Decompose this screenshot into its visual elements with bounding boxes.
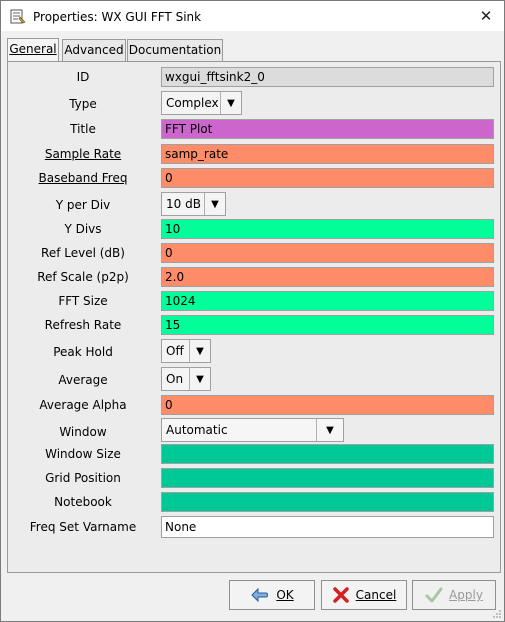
sample-rate-label: Sample Rate xyxy=(44,147,122,161)
apply-button-label: Apply xyxy=(449,588,483,602)
refresh-rate-field[interactable]: 15 xyxy=(161,315,494,335)
average-alpha-field[interactable]: 0 xyxy=(161,395,494,415)
average-alpha-label: Average Alpha xyxy=(39,398,127,412)
window-title: Properties: WX GUI FFT Sink xyxy=(33,10,202,24)
ref-scale-field[interactable]: 2.0 xyxy=(161,267,494,287)
y-per-div-label: Y per Div xyxy=(55,198,111,212)
tab-advanced-label: Advanced xyxy=(64,43,124,57)
notebook-label: Notebook xyxy=(54,495,112,509)
button-bar: OK Cancel Apply xyxy=(1,574,504,621)
fft-size-field[interactable]: 1024 xyxy=(161,291,494,311)
fft-size-label: FFT Size xyxy=(58,294,108,308)
window-size-label: Window Size xyxy=(45,447,121,461)
sample-rate-field[interactable]: samp_rate xyxy=(161,144,494,164)
apply-button[interactable]: Apply xyxy=(412,580,496,610)
y-per-div-select-value: 10 dB xyxy=(166,197,201,211)
window-label: Window xyxy=(59,425,107,439)
chevron-down-icon: ▼ xyxy=(189,340,210,362)
y-divs-field[interactable]: 10 xyxy=(161,219,494,239)
tab-documentation-label: Documentation xyxy=(128,43,222,57)
type-select[interactable]: Complex ▼ xyxy=(161,91,242,115)
notebook-field[interactable] xyxy=(161,492,494,512)
baseband-freq-label: Baseband Freq xyxy=(38,171,128,185)
grid-position-label: Grid Position xyxy=(45,471,121,485)
tab-general-label: General xyxy=(9,42,57,56)
average-label: Average xyxy=(58,373,108,387)
cancel-button-label: Cancel xyxy=(355,588,397,602)
cancel-x-icon xyxy=(332,587,349,603)
peak-hold-label: Peak Hold xyxy=(53,345,113,359)
general-panel: ID wxgui_fftsink2_0 Type Complex ▼ Title… xyxy=(7,61,501,573)
type-select-value: Complex xyxy=(166,96,219,110)
window-select-value: Automatic xyxy=(166,423,228,437)
title-label: Title xyxy=(70,122,96,136)
ok-button[interactable]: OK xyxy=(229,580,315,610)
chevron-down-icon: ▼ xyxy=(204,193,225,215)
ref-level-label: Ref Level (dB) xyxy=(41,246,125,260)
tab-documentation[interactable]: Documentation xyxy=(127,39,223,61)
grid-position-field[interactable] xyxy=(161,468,494,488)
title-field[interactable]: FFT Plot xyxy=(161,119,494,139)
y-divs-label: Y Divs xyxy=(64,222,102,236)
close-button[interactable]: ✕ xyxy=(476,6,496,26)
check-icon xyxy=(425,587,443,603)
chevron-down-icon: ▼ xyxy=(189,368,210,390)
window-select[interactable]: Automatic ▼ xyxy=(161,418,344,442)
ok-button-label: OK xyxy=(276,588,294,602)
chevron-down-icon: ▼ xyxy=(220,92,241,114)
tab-general[interactable]: General xyxy=(7,38,59,62)
title-bar: Properties: WX GUI FFT Sink ✕ xyxy=(1,1,504,31)
id-field[interactable]: wxgui_fftsink2_0 xyxy=(161,67,494,87)
average-select-value: On xyxy=(166,372,184,386)
properties-dialog: Properties: WX GUI FFT Sink ✕ General Ad… xyxy=(0,0,505,622)
ref-level-field[interactable]: 0 xyxy=(161,243,494,263)
resize-grip-icon[interactable] xyxy=(492,609,502,619)
baseband-freq-field[interactable]: 0 xyxy=(161,168,494,188)
type-label: Type xyxy=(69,97,97,111)
peak-hold-select[interactable]: Off ▼ xyxy=(161,339,211,363)
ref-scale-label: Ref Scale (p2p) xyxy=(37,270,129,284)
peak-hold-select-value: Off xyxy=(166,344,184,358)
cancel-button[interactable]: Cancel xyxy=(321,580,407,610)
back-arrow-icon xyxy=(251,587,269,603)
y-per-div-select[interactable]: 10 dB ▼ xyxy=(161,192,226,216)
close-icon: ✕ xyxy=(479,7,493,25)
tab-advanced[interactable]: Advanced xyxy=(62,39,126,61)
properties-app-icon xyxy=(10,9,26,24)
freq-set-varname-label: Freq Set Varname xyxy=(29,520,137,534)
window-size-field[interactable] xyxy=(161,444,494,464)
average-select[interactable]: On ▼ xyxy=(161,367,211,391)
id-label: ID xyxy=(76,70,90,84)
chevron-down-icon: ▼ xyxy=(316,419,343,441)
refresh-rate-label: Refresh Rate xyxy=(44,318,122,332)
freq-set-varname-field[interactable]: None xyxy=(161,516,494,538)
